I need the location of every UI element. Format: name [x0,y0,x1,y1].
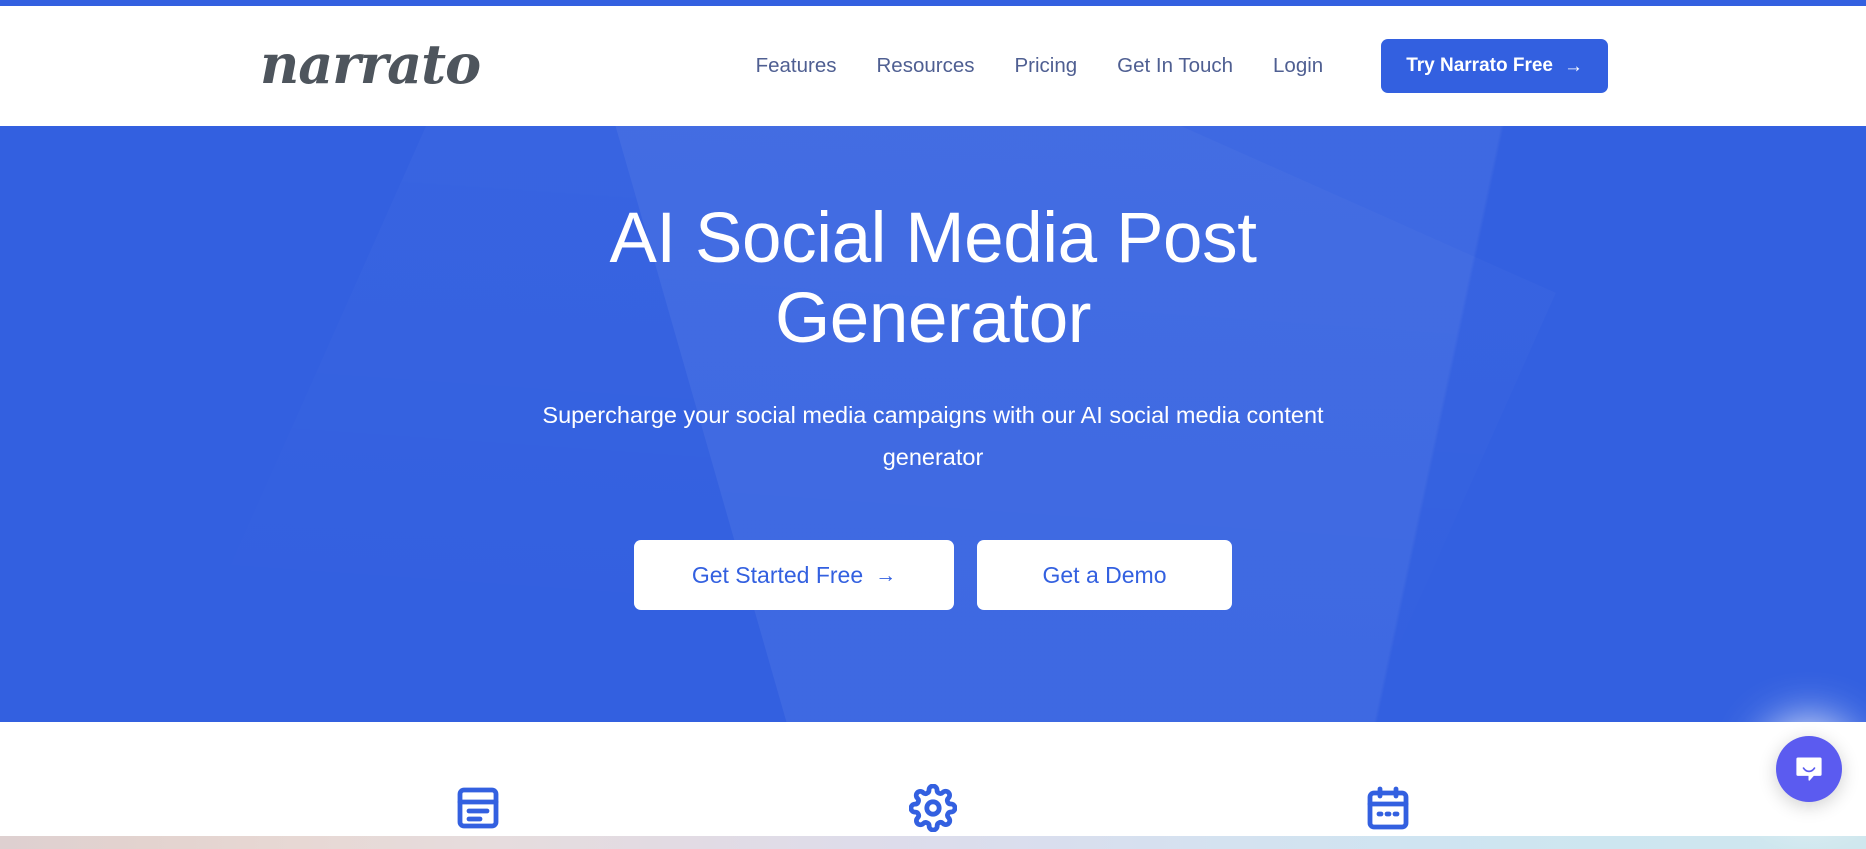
header-inner: narrato Features Resources Pricing Get I… [250,35,1616,97]
page-loading-progress-bar [0,0,1866,6]
hero-section: AI Social Media Post Generator Superchar… [0,126,1866,722]
features-strip [0,722,1866,849]
hero-title: AI Social Media Post Generator [609,199,1257,359]
get-started-free-button[interactable]: Get Started Free → [634,540,954,611]
feature-item-calendar[interactable] [1161,784,1616,844]
narrato-logo[interactable]: narrato [258,35,486,97]
primary-navigation: Features Resources Pricing Get In Touch … [736,39,1608,93]
get-a-demo-button[interactable]: Get a Demo [977,540,1232,611]
calendar-icon [1364,784,1412,832]
get-started-free-label: Get Started Free [691,561,864,588]
feature-item-article[interactable] [250,784,705,844]
feature-item-settings[interactable] [705,784,1160,844]
nav-link-login[interactable]: Login [1253,46,1343,87]
arrow-right-icon: → [1564,55,1583,77]
gear-settings-icon [908,784,957,832]
hero-content: AI Social Media Post Generator Superchar… [250,126,1616,611]
hero-cta-group: Get Started Free → Get a Demo [250,540,1616,611]
features-inner [250,722,1616,844]
try-narrato-free-label: Try Narrato Free [1406,55,1553,76]
site-header: narrato Features Resources Pricing Get I… [0,6,1866,126]
hero-subtitle: Supercharge your social media campaigns … [542,402,1324,471]
arrow-right-icon: → [875,563,897,587]
article-document-icon [454,784,502,832]
nav-link-get-in-touch[interactable]: Get In Touch [1097,46,1253,87]
nav-link-pricing[interactable]: Pricing [994,46,1097,87]
chat-widget-launcher[interactable] [1776,736,1842,802]
get-a-demo-label: Get a Demo [1042,561,1167,588]
nav-link-features[interactable]: Features [736,46,857,87]
bottom-gradient-strip [0,836,1866,849]
narrato-logo-text: narrato [260,35,480,96]
nav-link-resources[interactable]: Resources [856,46,994,87]
try-narrato-free-button[interactable]: Try Narrato Free → [1381,39,1608,93]
page-root: narrato Features Resources Pricing Get I… [0,0,1866,849]
chat-bubble-smile-icon [1796,757,1822,781]
